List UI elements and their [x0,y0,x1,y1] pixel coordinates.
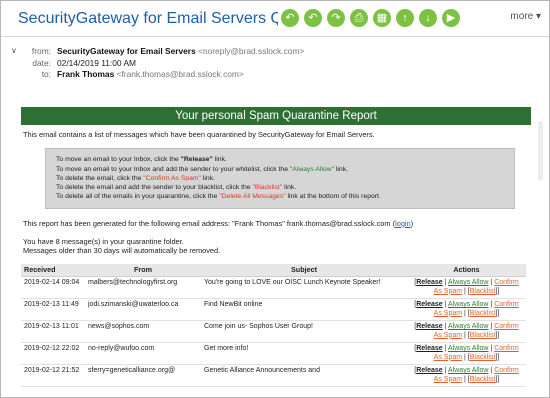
table-row: 2019-02-14 09:04 malbers@technologyfirst.… [21,276,526,300]
table-row: 2019-02-12 22:02 no-reply@wufoo.com Get mo… [21,342,526,366]
report-generated-line: This report has been generated for the f… [23,218,414,228]
actions-cell: [Release | Always Allow | Confirm As Spa… [407,342,526,366]
col-from: From [85,263,201,278]
to-address: <frank.thomas@brad.sslock.com> [116,69,244,79]
from-label: from: [31,46,51,56]
table-row: 2019-02-13 11:01 news@sophos.com Come join… [21,320,526,344]
col-subject: Subject [201,263,407,278]
message-count: You have 8 message(s) in your quarantine… [23,237,184,247]
up-icon[interactable]: ↑ [396,9,414,27]
message-header: ∨ from: SecurityGateway for Email Server… [1,37,549,104]
subject-cell: Genetic Alliance Announcements and [201,364,407,388]
instruction-delete-all: To delete all of the emails in your quar… [56,193,381,201]
more-menu-button[interactable]: more ▾ [510,11,541,22]
table-row: 2019-02-12 21:52 sferry=geneticalliance.o… [21,364,526,388]
reply-icon[interactable]: ↶ [281,9,299,27]
delete-icon[interactable]: ▦ [373,9,391,27]
col-received: Received [21,263,85,278]
instructions-box: To move an email to your Inbox, click th… [45,148,515,209]
removal-notice: Messages older than 30 days will automat… [23,246,221,256]
instruction-blacklist: To delete the email and add the sender t… [56,184,297,192]
date-label: date: [32,57,51,68]
instruction-always-allow: To move an email to your Inbox and add t… [56,165,348,173]
release-link[interactable]: Release [416,301,442,308]
collapse-chevron-icon[interactable]: ∨ [11,45,17,57]
received-cell: 2019-02-13 11:49 [21,298,85,322]
subject-cell: Come join us- Sophos User Group! [201,320,407,344]
always-allow-link[interactable]: Always Allow [448,345,488,352]
from-cell: no-reply@wufoo.com [85,342,201,366]
reply-all-icon[interactable]: ↶ [304,9,322,27]
received-cell: 2019-02-14 09:04 [21,276,85,300]
subject-cell: Find NewBit online [201,298,407,322]
message-toolbar: SecurityGateway for Email Servers Qua...… [1,1,549,37]
received-cell: 2019-02-12 22:02 [21,342,85,366]
email-viewer: SecurityGateway for Email Servers Qua...… [0,0,550,398]
scrollbar[interactable] [538,121,543,181]
received-cell: 2019-02-13 11:01 [21,320,85,344]
down-icon[interactable]: ↓ [419,9,437,27]
message-subject: SecurityGateway for Email Servers Qua... [18,9,278,27]
from-cell: jodi.szimanski@uwaterloo.ca [85,298,201,322]
next-icon[interactable]: ▶ [442,9,460,27]
always-allow-link[interactable]: Always Allow [448,279,488,286]
release-link[interactable]: Release [416,279,442,286]
from-cell: news@sophos.com [85,320,201,344]
from-name: SecurityGateway for Email Servers [57,46,196,56]
blacklist-link[interactable]: Blacklist [470,376,496,383]
blacklist-link[interactable]: Blacklist [470,288,496,295]
actions-cell: [Release | Always Allow | Confirm As Spa… [407,298,526,322]
release-link[interactable]: Release [416,367,442,374]
more-label: more [510,11,534,22]
print-icon[interactable]: ⎙ [350,9,368,27]
table-header-row: Received From Subject Actions [21,263,526,278]
actions-cell: [Release | Always Allow | Confirm As Spa… [407,320,526,344]
blacklist-link[interactable]: Blacklist [470,310,496,317]
instruction-release: To move an email to your Inbox, click th… [56,156,227,164]
subject-cell: You're going to LOVE our OISC Lunch Keyn… [201,276,407,300]
table-row: 2019-02-13 11:49 jodi.szimanski@uwaterloo… [21,298,526,322]
forward-icon[interactable]: ↷ [327,9,345,27]
always-allow-link[interactable]: Always Allow [448,323,488,330]
from-address: <noreply@brad.sslock.com> [198,46,305,56]
always-allow-link[interactable]: Always Allow [448,301,488,308]
to-label: to: [41,69,51,79]
report-banner: Your personal Spam Quarantine Report [21,107,531,125]
received-cell: 2019-02-12 21:52 [21,364,85,388]
subject-cell: Get more info! [201,342,407,366]
blacklist-link[interactable]: Blacklist [470,332,496,339]
login-link[interactable]: login [395,219,411,228]
actions-cell: [Release | Always Allow | Confirm As Spa… [407,276,526,300]
from-cell: sferry=geneticalliance.org@ [85,364,201,388]
report-intro: This email contains a list of messages w… [23,130,375,139]
to-name: Frank Thomas [57,69,115,79]
date-value: 02/14/2019 11:00 AM [57,57,137,68]
release-link[interactable]: Release [416,323,442,330]
instruction-confirm-spam: To delete the email, click the "Confirm … [56,174,215,182]
report-body: Your personal Spam Quarantine Report Thi… [21,107,531,388]
col-actions: Actions [407,263,526,278]
always-allow-link[interactable]: Always Allow [448,367,488,374]
from-cell: malbers@technologyfirst.org [85,276,201,300]
release-link[interactable]: Release [416,345,442,352]
quarantine-table: Received From Subject Actions 2019-02-14… [21,263,526,388]
actions-cell: [Release | Always Allow | Confirm As Spa… [407,364,526,388]
blacklist-link[interactable]: Blacklist [470,354,496,361]
toolbar-buttons: ↶ ↶ ↷ ⎙ ▦ ↑ ↓ ▶ [281,9,460,27]
